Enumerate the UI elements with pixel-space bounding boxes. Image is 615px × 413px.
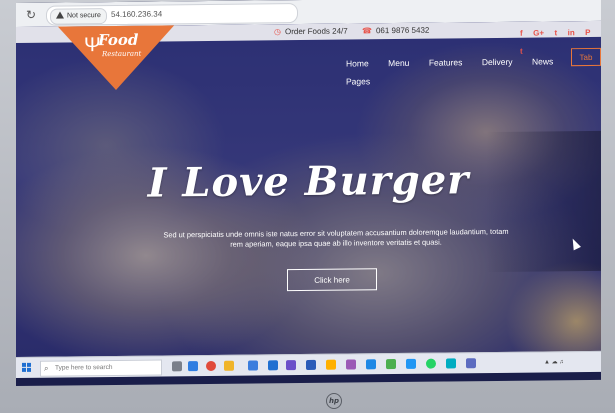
hero-section: ◷ Order Foods 24/7 ☎ 061 9876 5432 f G+ t … [16, 20, 601, 358]
media-icon[interactable] [346, 359, 356, 370]
reload-icon[interactable]: ↻ [24, 8, 38, 22]
taskbar-search[interactable]: ⌕ Type here to search [40, 359, 162, 377]
search-placeholder: Type here to search [55, 363, 113, 372]
app-icon-2[interactable] [386, 359, 396, 370]
search-icon: ⌕ [44, 363, 49, 373]
social-links: f G+ t in P t [520, 22, 601, 56]
address-bar[interactable]: Not secure 54.160.236.34 [46, 3, 298, 26]
chrome-icon[interactable] [206, 360, 216, 372]
phone-text: 061 9876 5432 [375, 25, 430, 36]
dropbox-icon[interactable] [268, 360, 278, 371]
whatsapp-icon[interactable] [426, 358, 436, 369]
warning-icon [56, 11, 64, 19]
mail-icon[interactable] [248, 360, 258, 371]
click-here-button[interactable]: Click here [287, 268, 377, 292]
nav-menu[interactable]: Menu [388, 55, 409, 71]
clock-icon: ◷ [274, 27, 281, 37]
phone-icon: ☎ [362, 26, 372, 36]
pinterest-icon[interactable]: P [585, 26, 590, 40]
app-icon-4[interactable] [446, 358, 456, 369]
edge-icon[interactable] [188, 361, 198, 372]
nav-home[interactable]: Home [346, 55, 369, 71]
hero-subtitle: Sed ut perspiciatis unde omnis iste natu… [146, 227, 526, 251]
nav-pages[interactable]: Pages [346, 73, 370, 89]
word-icon[interactable] [306, 359, 316, 370]
app-icon-5[interactable] [466, 358, 476, 369]
logo-title: Food [98, 30, 139, 50]
hp-logo: hp [326, 393, 342, 409]
security-chip[interactable]: Not secure [50, 8, 107, 25]
url-text[interactable]: 54.160.236.34 [111, 7, 162, 22]
hero-headline: I Love Burger [147, 156, 470, 207]
twitter-icon[interactable]: t [554, 26, 557, 40]
task-view-icon[interactable] [172, 361, 182, 372]
logo-subtitle: Restaurant [102, 49, 142, 59]
security-label: Not secure [67, 12, 101, 20]
windows-start-icon[interactable] [22, 362, 32, 373]
folder-icon[interactable] [326, 359, 336, 370]
facebook-icon[interactable]: f [520, 27, 523, 41]
app-icon[interactable] [286, 360, 296, 371]
nav-delivery[interactable]: Delivery [482, 54, 513, 70]
table-button[interactable]: Tab [571, 47, 601, 67]
app-icon-3[interactable] [406, 358, 416, 369]
vscode-icon[interactable] [366, 359, 376, 370]
logo[interactable]: Ψ Food Restaurant [84, 29, 164, 70]
nav-news[interactable]: News [532, 53, 553, 69]
linkedin-icon[interactable]: in [568, 26, 575, 40]
google-plus-icon[interactable]: G+ [533, 26, 544, 40]
explorer-icon[interactable] [224, 360, 234, 371]
phone-info: ☎ 061 9876 5432 [362, 25, 429, 38]
order-text: Order Foods 24/7 [284, 26, 348, 37]
monitor-screen: ↻ Not secure 54.160.236.34 ◷ Order Foods … [16, 0, 601, 387]
system-tray-icon[interactable]: ▲ ☁ ♫ [544, 356, 564, 368]
main-nav: Home Menu Features Delivery News Pages [346, 51, 601, 86]
nav-features[interactable]: Features [429, 54, 463, 70]
order-info: ◷ Order Foods 24/7 [274, 26, 348, 39]
